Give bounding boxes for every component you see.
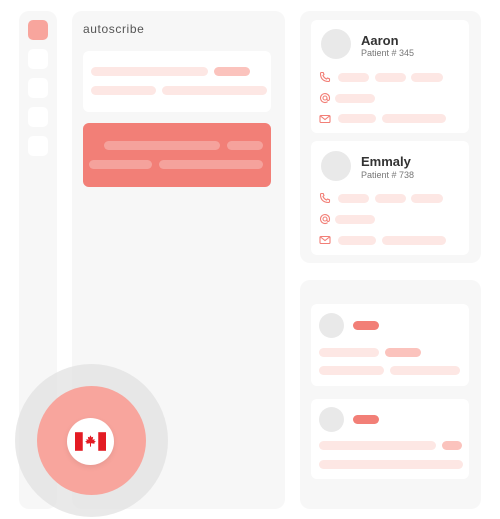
email-value	[335, 94, 375, 103]
phone-value	[338, 73, 369, 82]
phone-value	[411, 194, 443, 203]
activity-line	[319, 348, 379, 357]
avatar	[321, 29, 351, 59]
note-line	[162, 86, 267, 95]
app-logo: autoscribe	[83, 22, 145, 36]
note-line	[91, 67, 208, 76]
note-card[interactable]	[83, 51, 271, 112]
note-tag	[214, 67, 250, 76]
phone-icon	[319, 71, 331, 83]
locale-button[interactable]	[67, 418, 114, 465]
patient-number: Patient # 345	[361, 48, 415, 58]
selected-note-card[interactable]	[83, 123, 271, 187]
mail-icon	[319, 114, 331, 124]
sidebar-item-3[interactable]	[28, 78, 48, 98]
note-line	[91, 86, 156, 95]
mail-value	[382, 236, 446, 245]
activity-tag	[442, 441, 462, 450]
phone-value	[375, 73, 406, 82]
activity-line	[390, 366, 460, 375]
activity-line	[319, 441, 436, 450]
activity-tag	[353, 415, 379, 424]
mail-value	[338, 236, 376, 245]
phone-value	[338, 194, 369, 203]
email-value	[335, 215, 375, 224]
patient-number: Patient # 738	[361, 170, 415, 180]
sidebar-item-5[interactable]	[28, 136, 48, 156]
phone-value	[375, 194, 406, 203]
phone-value	[411, 73, 443, 82]
selected-note-line	[89, 160, 152, 169]
selected-note-line	[159, 160, 263, 169]
patient-name: Aaron	[361, 33, 399, 48]
selected-note-line	[104, 141, 220, 150]
activity-line	[319, 366, 384, 375]
avatar	[319, 407, 344, 432]
mail-icon	[319, 235, 331, 245]
at-sign-icon	[319, 92, 331, 104]
selected-note-line	[227, 141, 263, 150]
sidebar-item-2[interactable]	[28, 49, 48, 69]
activity-line	[319, 460, 463, 469]
activity-tag	[385, 348, 421, 357]
activity-tag	[353, 321, 379, 330]
phone-icon	[319, 192, 331, 204]
canada-flag-icon	[75, 432, 106, 451]
at-sign-icon	[319, 213, 331, 225]
sidebar-item-4[interactable]	[28, 107, 48, 127]
patient-name: Emmaly	[361, 154, 411, 169]
avatar	[319, 313, 344, 338]
mail-value	[382, 114, 446, 123]
avatar	[321, 151, 351, 181]
sidebar-item-active[interactable]	[28, 20, 48, 40]
mail-value	[338, 114, 376, 123]
